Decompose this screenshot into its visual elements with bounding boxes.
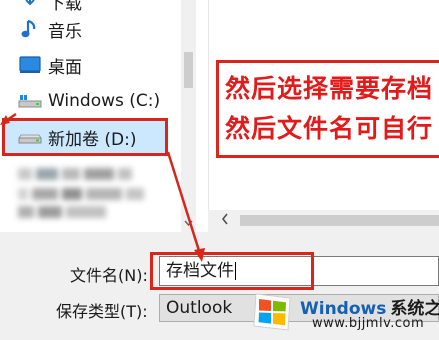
- nav-scrollbar-thumb[interactable]: [184, 52, 193, 88]
- drive-highlight-box: [2, 118, 168, 156]
- nav-item-label: Windows (C:): [48, 91, 161, 111]
- annotation-line-1: 然后选择需要存档: [225, 74, 434, 103]
- nav-item-desktop[interactable]: 桌面: [18, 50, 82, 80]
- windows-logo-icon: [253, 293, 291, 331]
- navigation-pane: 下载 音乐 桌面 Windows (C:) 新加卷 (D:): [0, 0, 196, 232]
- annotation-box: 然后选择需要存档 然后文件名可自行: [216, 60, 439, 158]
- filetype-label: 保存类型(T):: [56, 302, 148, 321]
- filename-label: 文件名(N):: [70, 266, 148, 285]
- watermark: Windows系统之家 www.bjjmlv.com: [246, 286, 439, 340]
- download-icon: [18, 0, 42, 12]
- blurred-nav-items: [18, 166, 178, 218]
- scroll-down-arrow-icon[interactable]: [184, 218, 193, 229]
- nav-item-label: 下载: [48, 0, 82, 14]
- horizontal-scrollbar-thumb[interactable]: [240, 215, 439, 226]
- filetype-value: Outlook: [166, 298, 233, 318]
- desktop-icon: [18, 54, 42, 76]
- nav-item-windows-c[interactable]: Windows (C:): [18, 86, 160, 116]
- drive-c-icon: [18, 90, 42, 112]
- scroll-left-arrow-icon[interactable]: [221, 213, 229, 229]
- watermark-url: www.bjjmlv.com: [312, 316, 425, 331]
- nav-item-label: 音乐: [48, 21, 82, 42]
- nav-vertical-scrollbar[interactable]: [181, 0, 196, 232]
- nav-item-music[interactable]: 音乐: [18, 14, 82, 44]
- filename-highlight-box: [150, 252, 314, 290]
- nav-item-label: 桌面: [48, 57, 82, 78]
- annotation-line-2: 然后文件名可自行: [225, 114, 434, 143]
- music-note-icon: [18, 18, 42, 40]
